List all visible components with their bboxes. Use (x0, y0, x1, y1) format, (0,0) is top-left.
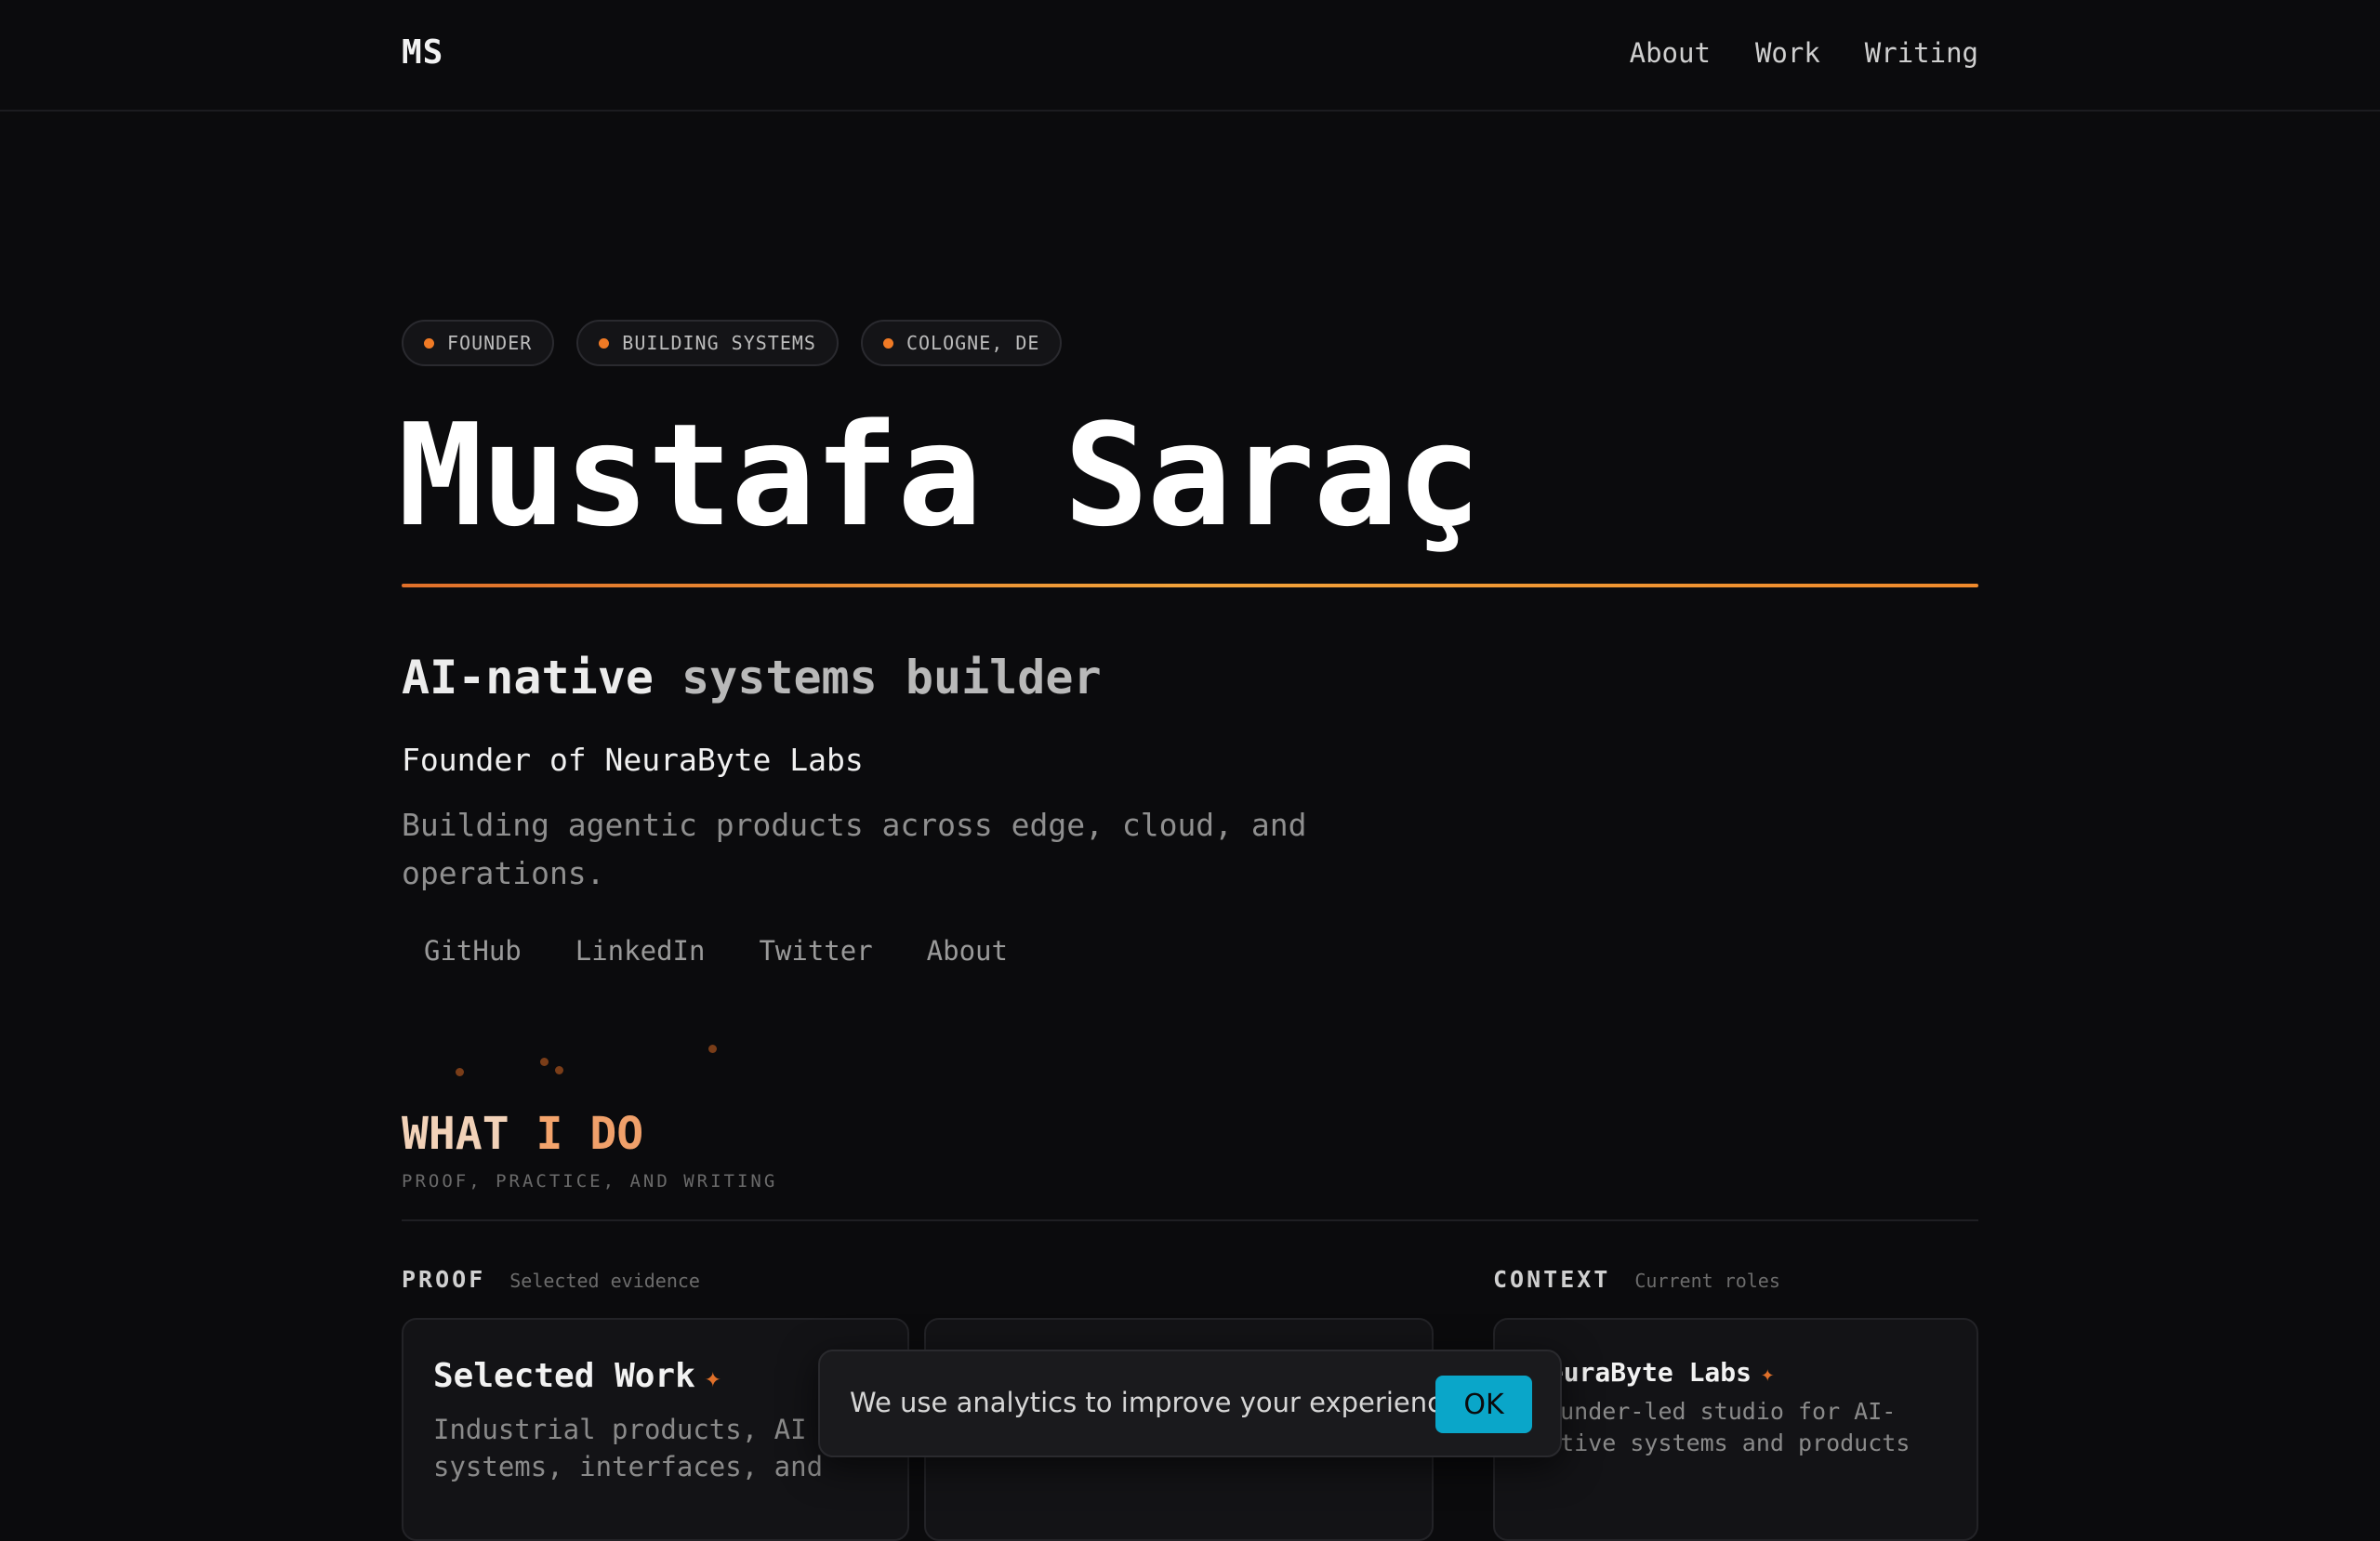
hero-subtitle: AI-native systems builder (402, 651, 1102, 705)
sparkle-icon: ✦ (1761, 1361, 1775, 1387)
link-github[interactable]: GitHub (402, 935, 544, 967)
context-header: CONTEXT Current roles (1493, 1266, 1780, 1293)
founder-line: Founder of NeuraByte Labs (402, 742, 864, 778)
tag-label: FOUNDER (447, 332, 533, 354)
section-title-part-3: DO (589, 1108, 644, 1160)
link-linkedin[interactable]: LinkedIn (553, 935, 728, 967)
dot-icon (424, 337, 434, 349)
proof-header: PROOF Selected evidence (402, 1266, 700, 1293)
card-body: Industrial products, AI systems, interfa… (433, 1414, 824, 1482)
tag-location: COLOGNE, DE (860, 320, 1063, 366)
tag-founder: FOUNDER (402, 320, 555, 366)
dot-icon (599, 337, 610, 349)
sparkle-icon: ✦ (704, 1362, 721, 1394)
subtitle-part-1: AI-native (402, 651, 654, 705)
proof-heading: PROOF (402, 1266, 486, 1293)
section-divider (402, 1219, 1978, 1221)
card-title: Selected Work ✦ (433, 1357, 721, 1395)
hero-divider (402, 584, 1978, 587)
dot-icon (882, 337, 893, 349)
tag-label: BUILDING SYSTEMS (622, 332, 816, 354)
top-navigation-bar: MS About Work Writing (0, 0, 2380, 112)
cookie-banner: We use analytics to improve your experie… (818, 1350, 1562, 1457)
decorative-particle (555, 1066, 563, 1074)
card-title-text: NeuraByte Labs (1532, 1357, 1752, 1388)
section-title-part-1: WHAT (402, 1108, 509, 1160)
nav-link-writing[interactable]: Writing (1865, 37, 1978, 69)
decorative-particle (708, 1045, 717, 1053)
tag-building-systems: BUILDING SYSTEMS (576, 320, 839, 366)
site-logo[interactable]: MS (402, 33, 443, 72)
context-subheading: Current roles (1634, 1270, 1780, 1292)
cookie-message: We use analytics to improve your experie… (850, 1387, 1468, 1418)
nav-link-work[interactable]: Work (1755, 37, 1820, 69)
main-nav: About Work Writing (1630, 37, 1978, 69)
tag-label: COLOGNE, DE (906, 332, 1040, 354)
card-body: Founder-led studio for AI-native systems… (1532, 1398, 1911, 1456)
hero-description: Building agentic products across edge, c… (402, 807, 1307, 891)
context-heading: CONTEXT (1493, 1266, 1611, 1293)
proof-subheading: Selected evidence (509, 1270, 700, 1292)
section-title-what-i-do: WHAT I DO (402, 1108, 643, 1160)
subtitle-part-2: systems builder (681, 651, 1102, 705)
hero-tags: FOUNDER BUILDING SYSTEMS COLOGNE, DE (402, 320, 1063, 366)
card-title: NeuraByte Labs ✦ (1532, 1357, 1774, 1388)
decorative-particle (540, 1058, 549, 1066)
cookie-ok-button[interactable]: OK (1435, 1376, 1532, 1433)
decorative-particle (456, 1068, 464, 1076)
nav-link-about[interactable]: About (1630, 37, 1711, 69)
link-about[interactable]: About (905, 935, 1030, 967)
social-links: GitHub LinkedIn Twitter About (402, 935, 1030, 967)
section-subtitle: PROOF, PRACTICE, AND WRITING (402, 1171, 778, 1192)
hero-name: Mustafa Saraç (398, 393, 1482, 558)
link-twitter[interactable]: Twitter (736, 935, 894, 967)
section-title-part-2: I (536, 1108, 563, 1160)
neurabyte-labs-card[interactable]: NeuraByte Labs ✦ Founder-led studio for A… (1493, 1318, 1978, 1541)
card-title-text: Selected Work (433, 1357, 695, 1395)
